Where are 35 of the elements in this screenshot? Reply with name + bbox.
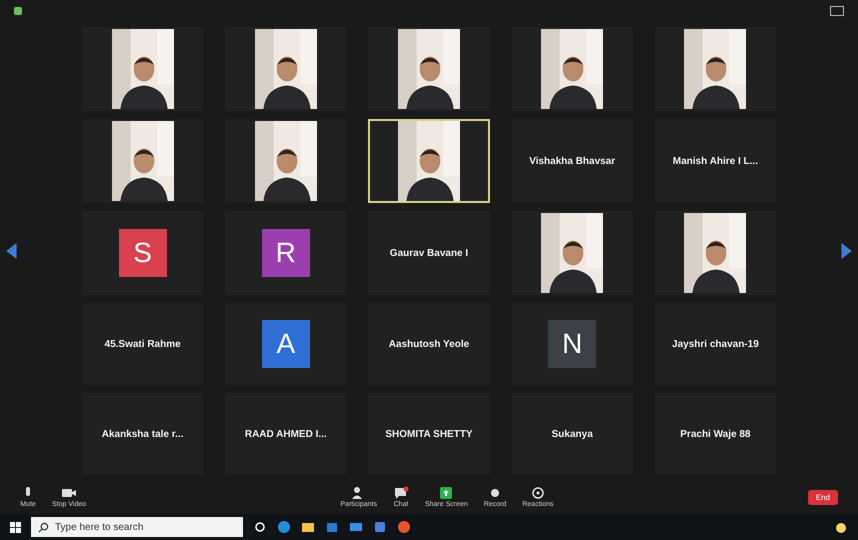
avatar-tile: S	[118, 229, 167, 277]
share-screen-icon	[438, 486, 454, 500]
start-icon[interactable]	[10, 522, 21, 532]
circle-icon[interactable]	[253, 520, 267, 534]
folder-icon[interactable]	[301, 520, 315, 534]
avatar-tile: A	[262, 320, 310, 368]
participant-name: 45.Swati Rahme	[104, 338, 181, 350]
participant-name: Manish Ahire I L...	[672, 156, 758, 166]
participant-name: Vishakha Bhavsar	[529, 156, 616, 166]
participant-name: Jayshri chavan-19	[672, 338, 759, 350]
browser-icon[interactable]	[277, 520, 291, 534]
shield-icon	[14, 7, 22, 15]
view-icon[interactable]	[830, 6, 844, 16]
participant-name: SHOMITA SHETTY	[385, 428, 473, 440]
reaction-icon	[530, 486, 546, 500]
search-icon	[38, 522, 49, 533]
participant-name: Gaurav Bavane I	[390, 248, 468, 258]
previous-page-icon[interactable]	[6, 243, 18, 259]
chat-icon	[392, 486, 409, 500]
store-icon[interactable]	[325, 520, 339, 534]
participant-name: RAAD AHMED I...	[244, 428, 327, 440]
participant-name: Akanksha tale r...	[102, 428, 184, 440]
firefox-icon[interactable]	[397, 520, 411, 534]
avatar-tile: R	[262, 229, 310, 277]
participant-name: Aashutosh Yeole	[388, 338, 470, 350]
participant-name: Sukanya	[552, 428, 593, 440]
end-button[interactable]: End	[808, 490, 838, 504]
camera-icon	[61, 486, 78, 500]
avatar-tile: N	[548, 320, 596, 368]
participant-name: Prachi Waje 88	[680, 428, 750, 440]
next-page-icon[interactable]	[840, 243, 852, 259]
search-field[interactable]: Type here to search	[31, 517, 243, 537]
mail-icon[interactable]	[349, 520, 363, 534]
app-icon[interactable]	[373, 520, 387, 534]
weather-icon	[834, 520, 848, 534]
